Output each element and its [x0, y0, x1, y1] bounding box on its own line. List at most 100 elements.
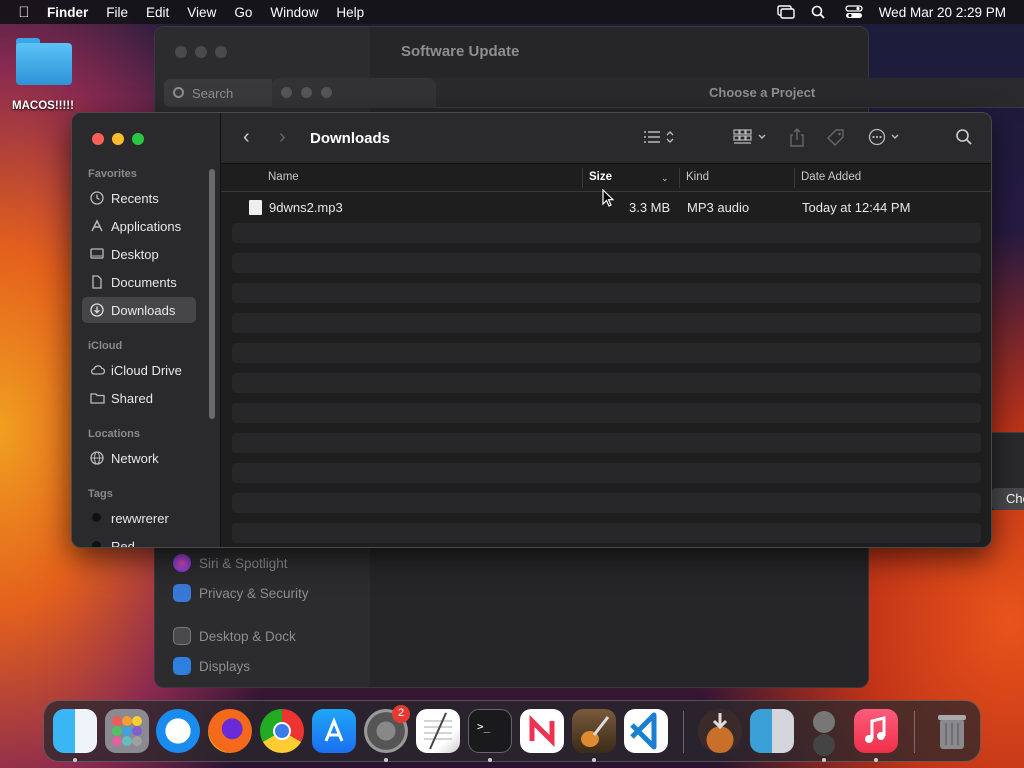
zoom-button[interactable] [132, 133, 144, 145]
column-header-name[interactable]: Name [268, 171, 299, 183]
menu-edit[interactable]: Edit [137, 5, 178, 20]
finder-sidebar: Favorites Recents Applications Desktop D… [72, 113, 221, 547]
sidebar-item-downloads[interactable]: Downloads [82, 297, 196, 323]
list-view-icon[interactable] [642, 128, 680, 151]
settings-item-desktop-dock[interactable]: Desktop & Dock [173, 627, 296, 645]
notification-badge: 2 [392, 705, 410, 723]
spotlight-search-icon[interactable] [811, 5, 829, 19]
file-size: 3.3 MB [629, 200, 671, 215]
news-dock-icon[interactable] [520, 709, 564, 753]
sidebar-item-label: Documents [111, 274, 177, 290]
sort-chevron-down-icon: ⌄ [661, 173, 669, 183]
settings-item-displays[interactable]: Displays [173, 657, 250, 675]
app-stack-icon[interactable] [802, 709, 842, 756]
sidebar-item-icloud-drive[interactable]: iCloud Drive [82, 357, 196, 383]
sidebar-item-documents[interactable]: Documents [82, 269, 196, 295]
sidebar-item-desktop[interactable]: Desktop [82, 241, 196, 267]
menu-view[interactable]: View [178, 5, 225, 20]
settings-item-label: Privacy & Security [199, 585, 309, 601]
close-button[interactable] [92, 133, 104, 145]
running-indicator [592, 758, 596, 762]
file-name: 9dwns2.mp3 [269, 200, 343, 215]
cloud-icon [90, 363, 106, 377]
menu-go[interactable]: Go [225, 5, 261, 20]
chrome-dock-icon[interactable] [260, 709, 304, 753]
system-settings-title: Software Update [401, 43, 520, 60]
search-placeholder: Search [192, 86, 234, 101]
sidebar-item-label: iCloud Drive [111, 362, 182, 378]
zoom-button[interactable] [321, 87, 332, 98]
terminal-dock-icon[interactable]: >_ [468, 709, 512, 753]
firefox-dock-icon[interactable] [208, 709, 252, 753]
folder-icon [14, 36, 72, 86]
sidebar-item-recents[interactable]: Recents [82, 185, 196, 211]
trash-icon[interactable] [930, 709, 974, 753]
column-divider[interactable] [582, 168, 583, 188]
close-button[interactable] [281, 87, 292, 98]
choose-project-titlebar [272, 78, 436, 108]
sidebar-item-tag-rewwrerer[interactable]: rewwrerer [82, 505, 196, 531]
sidebar-item-tag-red[interactable]: Red [82, 533, 196, 548]
group-icon[interactable] [732, 128, 770, 151]
garageband-dock-icon[interactable] [572, 709, 616, 753]
zoom-button[interactable] [215, 46, 227, 58]
sun-icon [173, 657, 191, 675]
column-header-size[interactable]: Size [589, 171, 612, 183]
traffic-lights [92, 133, 144, 145]
menu-file[interactable]: File [97, 5, 137, 20]
tag-dot-icon [90, 539, 104, 547]
minimize-button[interactable] [112, 133, 124, 145]
apple-menu-icon[interactable]:  [10, 4, 38, 21]
sidebar-item-applications[interactable]: Applications [82, 213, 196, 239]
finder-folder-stack-icon[interactable] [750, 709, 794, 753]
launchpad-dock-icon[interactable] [105, 709, 149, 753]
more-actions-icon[interactable] [868, 128, 904, 151]
forward-chevron-icon[interactable]: › [279, 126, 286, 149]
back-chevron-icon[interactable]: ‹ [243, 126, 250, 149]
textedit-dock-icon[interactable] [416, 709, 460, 753]
running-indicator [488, 758, 492, 762]
control-center-icon[interactable] [845, 5, 863, 19]
minimize-button[interactable] [301, 87, 312, 98]
column-header-date-added[interactable]: Date Added [801, 171, 861, 183]
file-kind: MP3 audio [687, 200, 750, 215]
music-dock-icon[interactable] [854, 709, 898, 753]
sidebar-item-label: Shared [111, 390, 153, 406]
settings-item-label: Siri & Spotlight [199, 555, 288, 571]
share-icon[interactable] [788, 128, 806, 153]
document-icon [90, 275, 104, 289]
sidebar-item-shared[interactable]: Shared [82, 385, 196, 411]
menubar-clock[interactable]: Wed Mar 20 2:29 PM [879, 5, 1006, 20]
sidebar-item-network[interactable]: Network [82, 445, 196, 471]
screen-mirroring-icon[interactable] [776, 5, 795, 19]
system-settings-search[interactable]: Search [164, 79, 284, 107]
running-indicator [73, 758, 77, 762]
column-header-kind[interactable]: Kind [686, 171, 709, 183]
menu-app-finder[interactable]: Finder [38, 5, 97, 20]
column-divider[interactable] [794, 168, 795, 188]
hand-icon [173, 584, 191, 602]
desktop-folder-label: MACOS!!!!! [12, 100, 74, 112]
sidebar-item-label: Recents [111, 190, 159, 206]
sidebar-scrollbar[interactable] [209, 169, 215, 419]
desktop-folder[interactable]: MACOS!!!!! [8, 36, 78, 112]
close-button[interactable] [175, 46, 187, 58]
settings-item-siri[interactable]: Siri & Spotlight [173, 554, 288, 572]
app-store-dock-icon[interactable] [312, 709, 356, 753]
mouse-cursor-icon [602, 188, 615, 210]
sidebar-item-label: Red [111, 538, 135, 548]
menu-window[interactable]: Window [261, 5, 327, 20]
dock: 2 >_ [43, 700, 981, 762]
vscode-dock-icon[interactable] [624, 709, 668, 753]
minimize-button[interactable] [195, 46, 207, 58]
finder-dock-icon[interactable] [53, 709, 97, 753]
tag-icon[interactable] [826, 128, 846, 153]
column-divider[interactable] [679, 168, 680, 188]
settings-item-privacy[interactable]: Privacy & Security [173, 584, 309, 602]
downloads-stack-icon[interactable] [698, 709, 742, 753]
safari-dock-icon[interactable] [156, 709, 200, 753]
sidebar-item-label: Network [111, 450, 159, 466]
search-icon[interactable] [955, 128, 973, 151]
choose-button[interactable]: Che [992, 488, 1024, 510]
menu-help[interactable]: Help [327, 5, 373, 20]
